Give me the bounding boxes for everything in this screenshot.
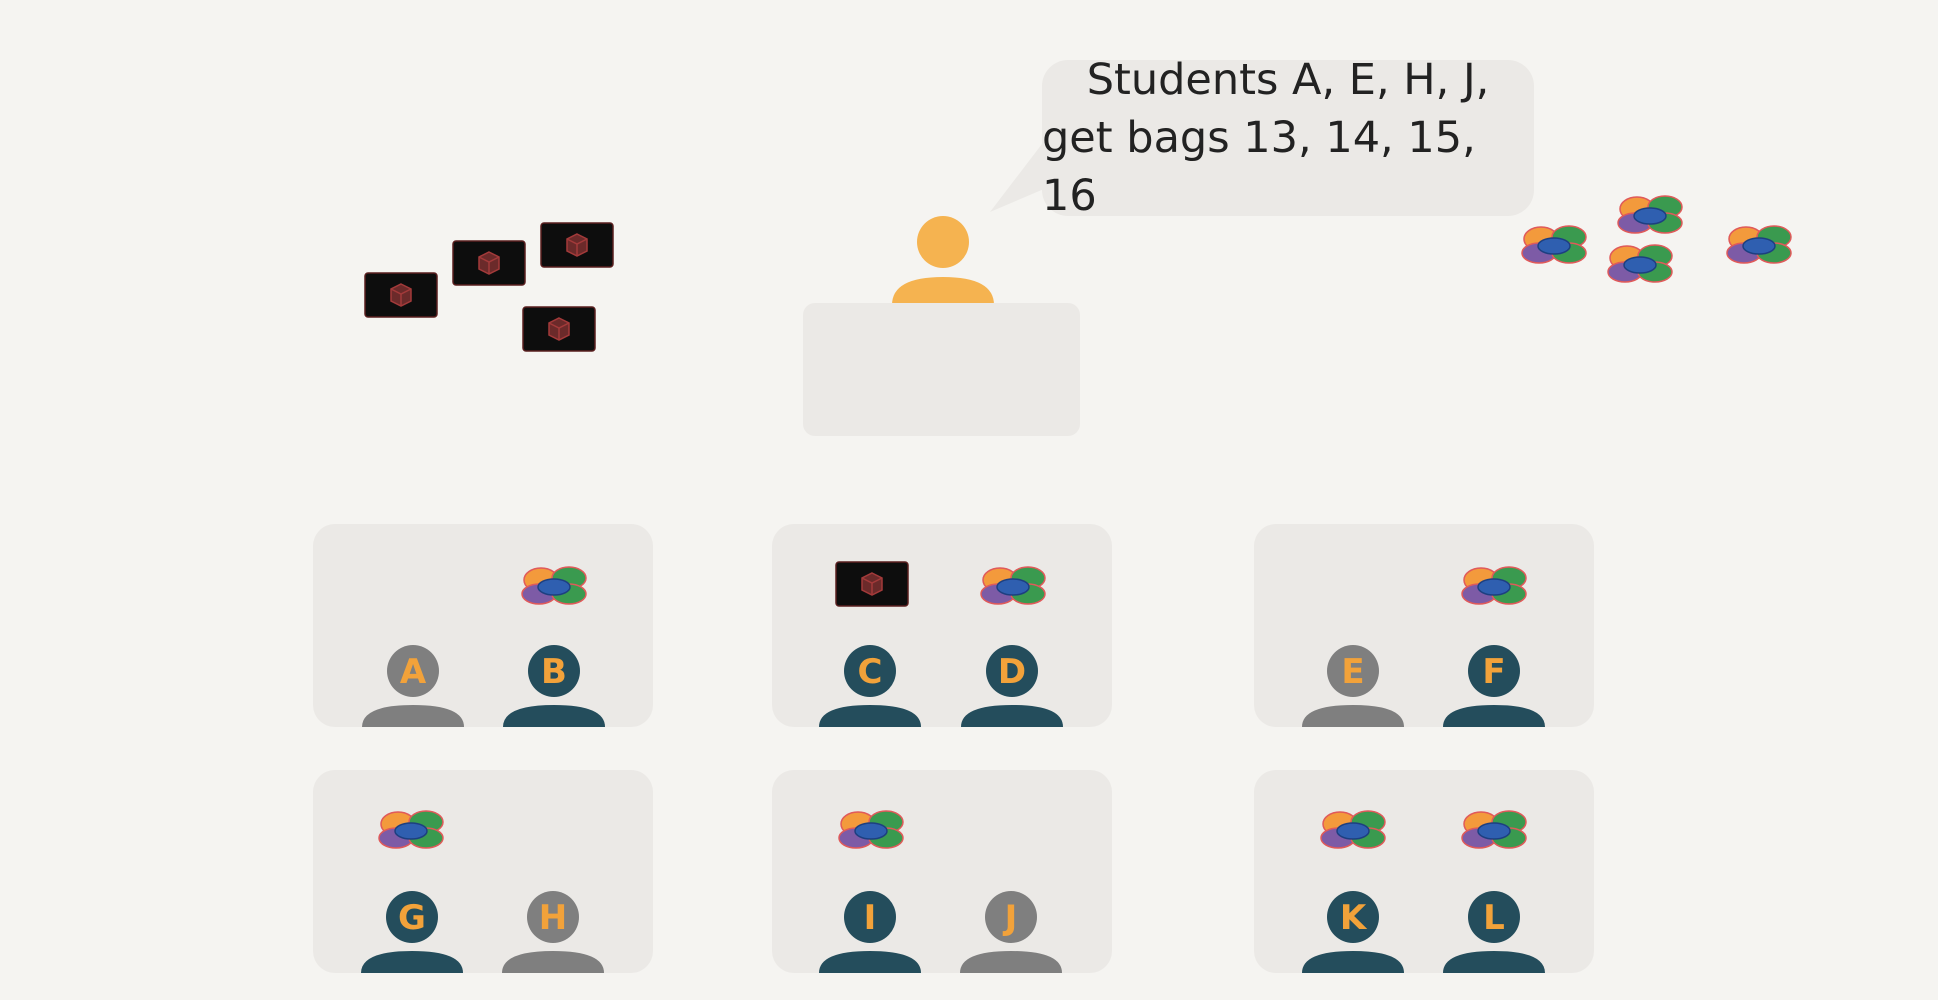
black-bag-icon (452, 240, 526, 286)
student-label: C (857, 652, 883, 692)
black-bag-icon (540, 222, 614, 268)
student-label: I (863, 898, 877, 938)
color-bag-icon (1459, 808, 1529, 850)
student-a: A (360, 637, 466, 727)
table-kl: K L (1254, 770, 1594, 973)
color-bag-icon (978, 564, 1048, 606)
color-bag-icon (1615, 193, 1685, 235)
table-gh: G H (313, 770, 653, 973)
color-bag-icon (519, 564, 589, 606)
black-bag-icon (364, 272, 438, 318)
student-label: K (1339, 898, 1367, 938)
student-label: E (1341, 652, 1365, 692)
black-bag-icon (835, 561, 909, 607)
student-c: C (817, 637, 923, 727)
teacher-desk (803, 303, 1080, 436)
color-bag-icon (1459, 564, 1529, 606)
table-ij: I J (772, 770, 1112, 973)
student-label: L (1483, 898, 1505, 938)
color-bag-icon (1519, 223, 1589, 265)
student-label: J (1004, 898, 1018, 938)
table-cd: C D (772, 524, 1112, 727)
table-ab: A B (313, 524, 653, 727)
black-bag-icon (522, 306, 596, 352)
color-bag-icon (376, 808, 446, 850)
student-label: F (1482, 652, 1506, 692)
teacher-icon (892, 216, 994, 305)
color-bag-icon (1605, 242, 1675, 284)
speech-bubble: Students A, E, H, J, get bags 13, 14, 15… (1042, 55, 1534, 221)
student-f: F (1441, 637, 1547, 727)
color-bag-icon (1318, 808, 1388, 850)
student-label: B (541, 652, 567, 692)
student-g: G (359, 883, 465, 973)
student-k: K (1300, 883, 1406, 973)
color-bag-icon (836, 808, 906, 850)
speech-line-2: get bags 13, 14, 15, 16 (1042, 113, 1476, 221)
table-ef: E F (1254, 524, 1594, 727)
student-label: H (538, 898, 568, 938)
student-label: G (398, 898, 426, 938)
student-label: D (997, 652, 1027, 692)
student-b: B (501, 637, 607, 727)
student-d: D (959, 637, 1065, 727)
student-label: A (399, 652, 427, 692)
speech-line-1: Students A, E, H, J, (1086, 55, 1490, 105)
student-l: L (1441, 883, 1547, 973)
student-h: H (500, 883, 606, 973)
student-j: J (958, 883, 1064, 973)
student-e: E (1300, 637, 1406, 727)
color-bag-icon (1724, 223, 1794, 265)
student-i: I (817, 883, 923, 973)
